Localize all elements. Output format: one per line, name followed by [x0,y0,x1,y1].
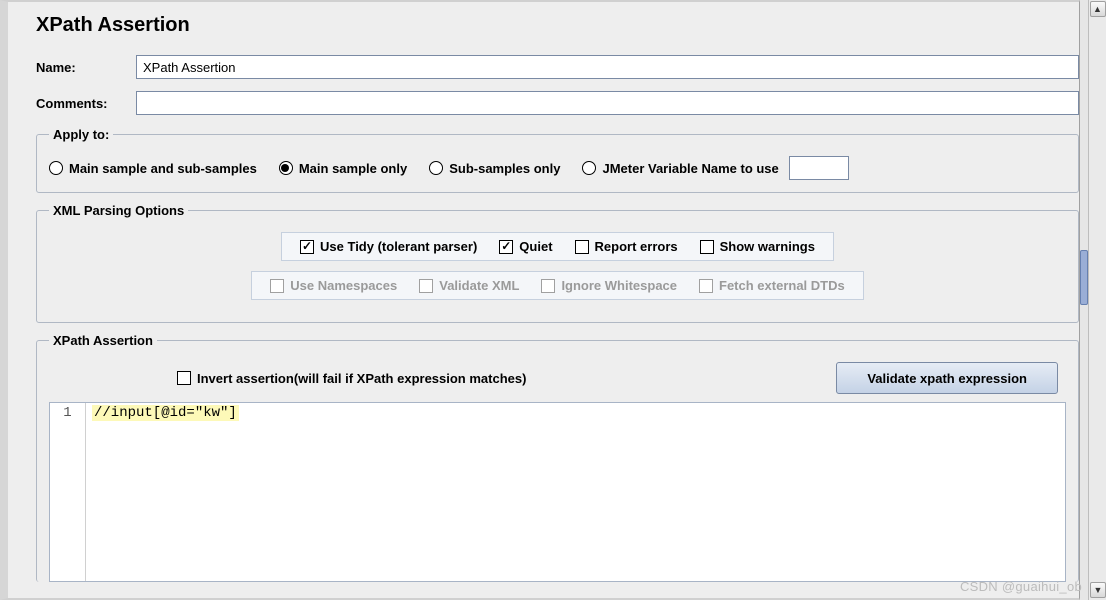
scroll-down-icon[interactable]: ▼ [1090,582,1106,598]
check-report-errors-label: Report errors [595,239,678,254]
radio-sub-only[interactable] [429,161,443,175]
validate-xpath-button[interactable]: Validate xpath expression [836,362,1058,394]
watermark: CSDN @guaihui_ob [960,579,1082,594]
check-show-warnings-label: Show warnings [720,239,815,254]
comments-field[interactable] [136,91,1079,115]
editor-gutter: 1 [50,403,86,581]
inner-scroll-thumb[interactable] [1080,250,1088,305]
page-title: XPath Assertion [36,14,1079,37]
outer-scrollbar[interactable]: ▲ ▼ [1088,0,1106,600]
check-ignore-whitespace-label: Ignore Whitespace [561,278,677,293]
check-validate-xml-label: Validate XML [439,278,519,293]
radio-main-only[interactable] [279,161,293,175]
check-quiet[interactable] [499,240,513,254]
radio-main-and-sub-label: Main sample and sub-samples [69,161,257,176]
check-use-tidy-label: Use Tidy (tolerant parser) [320,239,477,254]
check-use-namespaces [270,279,284,293]
radio-jmeter-var[interactable] [582,161,596,175]
scroll-up-icon[interactable]: ▲ [1090,1,1106,17]
check-validate-xml [419,279,433,293]
apply-to-legend: Apply to: [49,127,113,142]
name-field[interactable] [136,55,1079,79]
xpath-editor[interactable]: 1 //input[@id="kw"] [49,402,1066,582]
apply-to-group: Apply to: Main sample and sub-samples Ma… [36,127,1079,193]
check-ignore-whitespace [541,279,555,293]
check-report-errors[interactable] [575,240,589,254]
radio-main-and-sub[interactable] [49,161,63,175]
xml-parsing-group: XML Parsing Options Use Tidy (tolerant p… [36,203,1079,323]
xpath-assertion-legend: XPath Assertion [49,333,157,348]
comments-label: Comments: [36,96,136,111]
xml-parsing-legend: XML Parsing Options [49,203,188,218]
check-invert[interactable] [177,371,191,385]
name-label: Name: [36,60,136,75]
check-quiet-label: Quiet [519,239,552,254]
check-use-tidy[interactable] [300,240,314,254]
jmeter-var-field[interactable] [789,156,849,180]
inner-scrollbar[interactable] [1080,0,1088,600]
radio-sub-only-label: Sub-samples only [449,161,560,176]
radio-main-only-label: Main sample only [299,161,407,176]
invert-label: Invert assertion(will fail if XPath expr… [197,371,526,386]
check-use-namespaces-label: Use Namespaces [290,278,397,293]
check-show-warnings[interactable] [700,240,714,254]
check-fetch-dtds-label: Fetch external DTDs [719,278,845,293]
check-fetch-dtds [699,279,713,293]
xpath-assertion-group: XPath Assertion Invert assertion(will fa… [36,333,1079,582]
radio-jmeter-var-label: JMeter Variable Name to use [602,161,778,176]
xpath-expression[interactable]: //input[@id="kw"] [92,405,239,421]
